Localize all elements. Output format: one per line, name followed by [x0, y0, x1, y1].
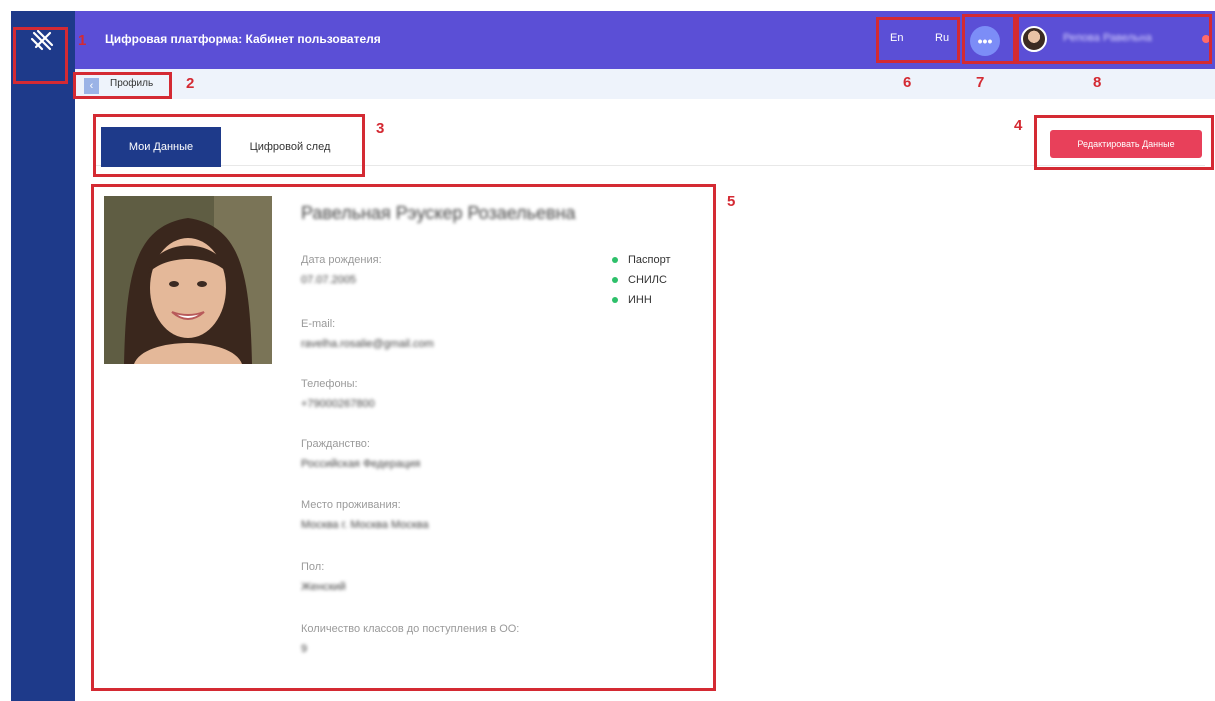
annotation-box-1: [13, 27, 68, 84]
annotation-number: 8: [1093, 74, 1102, 91]
annotation-box-3: [93, 114, 365, 177]
annotation-box-6: [876, 17, 960, 63]
annotation-number: 4: [1014, 117, 1023, 134]
app-title: Цифровая платформа: Кабинет пользователя: [105, 32, 381, 46]
annotation-number: 3: [376, 120, 385, 137]
annotation-number: 1: [78, 32, 87, 49]
annotation-number: 5: [727, 193, 736, 210]
annotation-box-2: [73, 72, 172, 99]
annotation-number: 6: [903, 74, 912, 91]
annotation-box-4: [1034, 115, 1214, 170]
annotation-box-5: [91, 184, 716, 691]
sidebar: [11, 11, 75, 701]
breadcrumb-bar: [75, 69, 1215, 99]
annotation-number: 2: [186, 75, 195, 92]
annotation-number: 7: [976, 74, 985, 91]
annotation-box-7: [962, 14, 1016, 64]
annotation-box-8: [1016, 14, 1212, 64]
